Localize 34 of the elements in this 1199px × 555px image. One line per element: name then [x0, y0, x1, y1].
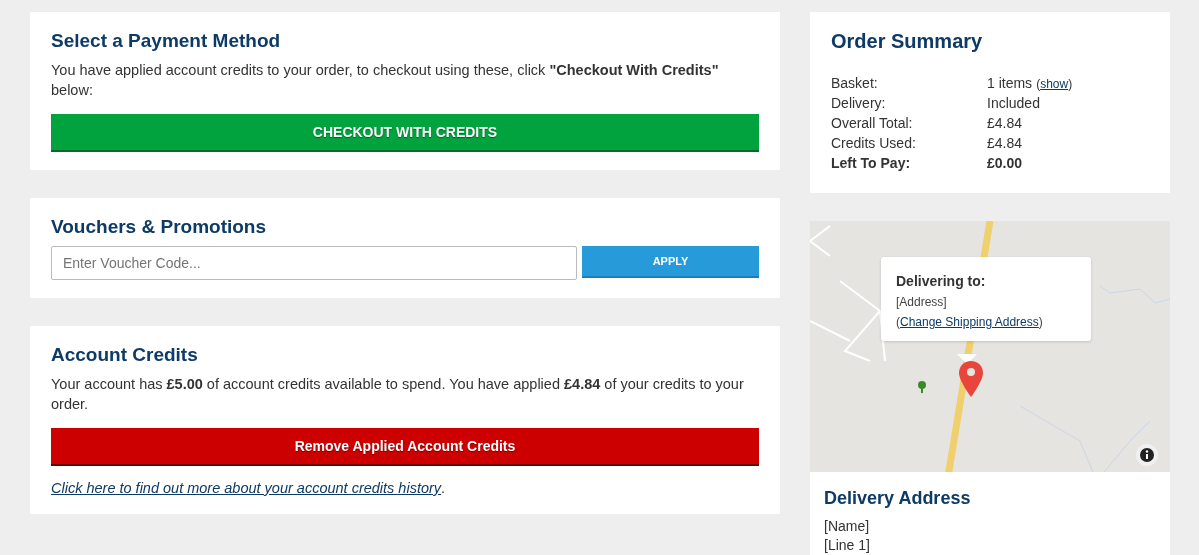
section-title: Vouchers & Promotions	[51, 216, 267, 238]
summary-value: 1 items	[987, 74, 1033, 93]
address-line: [Name]	[824, 517, 871, 536]
section-title: Delivery Address	[824, 488, 972, 509]
summary-label: Left To Pay:	[831, 154, 911, 173]
summary-value: £4.84	[987, 134, 1023, 153]
section-title: Select a Payment Method	[51, 30, 282, 52]
section-title: Order Summary	[831, 30, 984, 53]
summary-label: Delivery:	[831, 94, 886, 113]
popup-title: Delivering to:	[896, 273, 987, 289]
popup-address: [Address]	[896, 295, 948, 309]
voucher-code-field[interactable]: Enter Voucher Code...	[51, 246, 577, 280]
change-address-link[interactable]: Change Shipping Address	[900, 315, 1039, 329]
summary-label: Basket:	[831, 74, 878, 93]
summary-value: Included	[987, 94, 1040, 113]
section-title: Account Credits	[51, 344, 199, 366]
paren-text: )	[1068, 77, 1073, 91]
map[interactable]: Delivering to: [Address] (Change Shipping Address)	[810, 221, 1170, 472]
paren-text: (	[1036, 77, 1041, 91]
summary-label: Credits Used:	[831, 134, 916, 153]
show-link[interactable]: show	[1040, 77, 1069, 91]
summary-value: £4.84	[987, 114, 1023, 133]
paren-text: (	[896, 315, 900, 329]
map-pin-icon	[959, 361, 983, 397]
summary-label: Overall Total:	[831, 114, 913, 133]
remove-credits-button[interactable]: Remove Applied Account Credits	[51, 428, 759, 466]
payment-instructions: You have applied account credits to your order, to checkout using these, click "Checkout With Credits" below:	[51, 61, 720, 100]
info-icon[interactable]	[1136, 444, 1158, 466]
summary-value: £0.00	[987, 154, 1023, 173]
paren-text: )	[1038, 315, 1043, 329]
credits-description: Your account has £5.00 of account credits available to spend. You have applied £4.84 of your credits to your order.	[51, 375, 745, 414]
address-line: [Line 1]	[824, 536, 871, 555]
period-text: .	[441, 480, 446, 496]
credits-history-link[interactable]: Click here to find out more about your account credits history	[51, 480, 442, 496]
